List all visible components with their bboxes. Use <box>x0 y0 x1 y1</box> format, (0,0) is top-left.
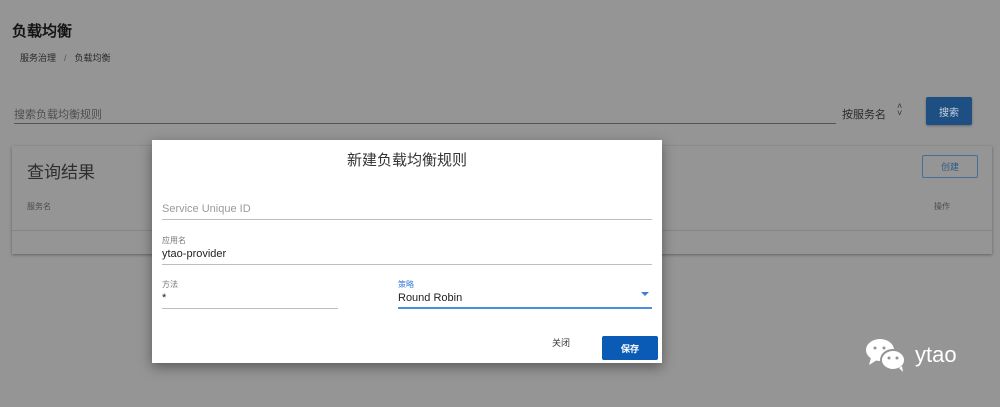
page-title: 负载均衡 <box>12 23 73 40</box>
dialog-title: 新建负载均衡规则 <box>346 152 467 169</box>
column-header-service: 服务名 <box>27 202 51 211</box>
search-input[interactable]: 搜索负载均衡规则 <box>14 104 836 124</box>
method-input[interactable]: 方法 * <box>162 279 338 309</box>
strategy-label: 策略 <box>398 280 414 289</box>
breadcrumb: 服务治理 / 负载均衡 <box>20 51 111 64</box>
results-title: 查询结果 <box>27 163 95 182</box>
watermark-text: ytao <box>915 342 957 367</box>
dropdown-caret-icon[interactable] <box>641 292 649 296</box>
filter-select[interactable]: 按服务名 <box>842 106 886 122</box>
app-name-value: ytao-provider <box>162 248 227 260</box>
breadcrumb-separator: / <box>64 53 67 63</box>
create-rule-dialog: 新建负载均衡规则 Service Unique ID 应用名 ytao-provi… <box>152 140 662 363</box>
close-button[interactable]: 关闭 <box>552 336 570 349</box>
app-name-input[interactable]: 应用名 ytao-provider <box>162 235 652 265</box>
sort-chevron-icon[interactable]: ˄ ˅ <box>897 102 902 118</box>
wechat-icon <box>866 339 906 372</box>
service-id-placeholder: Service Unique ID <box>162 203 251 215</box>
breadcrumb-item-service-governance[interactable]: 服务治理 <box>20 53 56 63</box>
method-value: * <box>162 292 167 304</box>
breadcrumb-item-load-balance: 负载均衡 <box>74 53 111 63</box>
watermark: ytao <box>865 337 957 373</box>
app-name-label: 应用名 <box>162 236 186 245</box>
save-button[interactable]: 保存 <box>602 336 658 360</box>
strategy-select[interactable]: 策略 Round Robin <box>398 279 652 309</box>
column-header-actions: 操作 <box>934 202 950 211</box>
strategy-value: Round Robin <box>398 292 463 304</box>
method-label: 方法 <box>162 280 178 289</box>
search-button[interactable]: 搜索 <box>926 97 972 125</box>
service-id-input[interactable]: Service Unique ID <box>162 203 652 220</box>
create-button[interactable]: 创建 <box>922 155 978 178</box>
